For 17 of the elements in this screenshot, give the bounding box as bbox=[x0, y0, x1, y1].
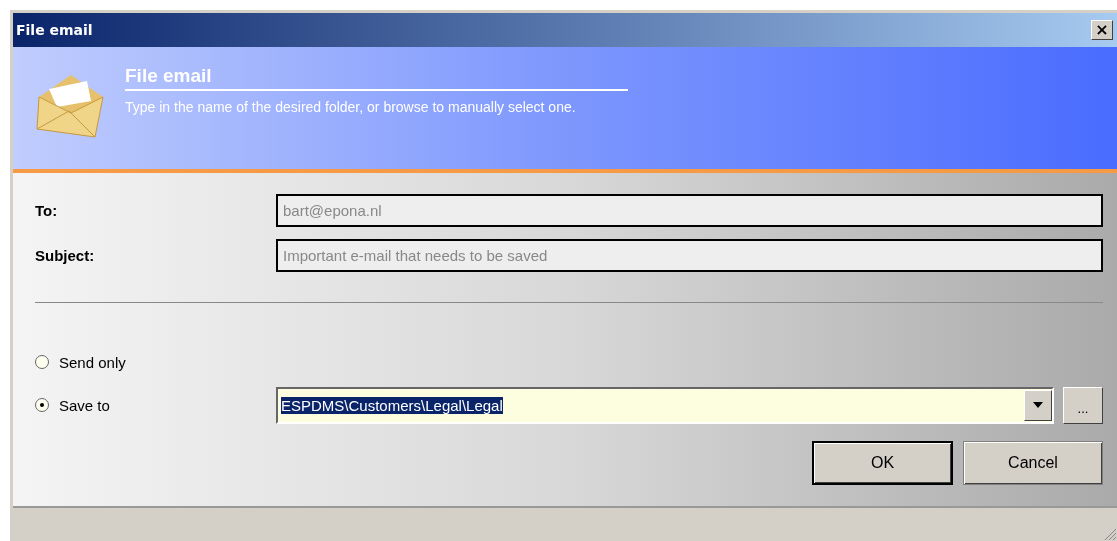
header-description: Type in the name of the desired folder, or browse to manually select one. bbox=[125, 99, 577, 115]
dropdown-button[interactable] bbox=[1024, 389, 1052, 421]
radio-option[interactable]: Save to bbox=[35, 396, 276, 414]
radio-circle[interactable] bbox=[35, 398, 49, 412]
ok-button[interactable]: OK bbox=[812, 441, 953, 485]
caret-icon bbox=[1033, 402, 1043, 408]
close-button[interactable]: × bbox=[1091, 20, 1113, 40]
folder-combo-box[interactable]: ESPDMS\Customers\Legal\Legal bbox=[276, 386, 1054, 424]
header-title: File email bbox=[125, 65, 628, 91]
radio-option[interactable]: Send only bbox=[35, 353, 276, 371]
resize-grip-icon bbox=[1103, 527, 1117, 541]
field-label: To: bbox=[35, 201, 59, 219]
window-title: File email bbox=[16, 22, 93, 38]
radio-circle[interactable] bbox=[35, 355, 49, 369]
cancel-button[interactable]: Cancel bbox=[963, 441, 1103, 485]
field-label: Subject: bbox=[35, 246, 96, 264]
browse-button[interactable]: ... bbox=[1063, 386, 1103, 424]
